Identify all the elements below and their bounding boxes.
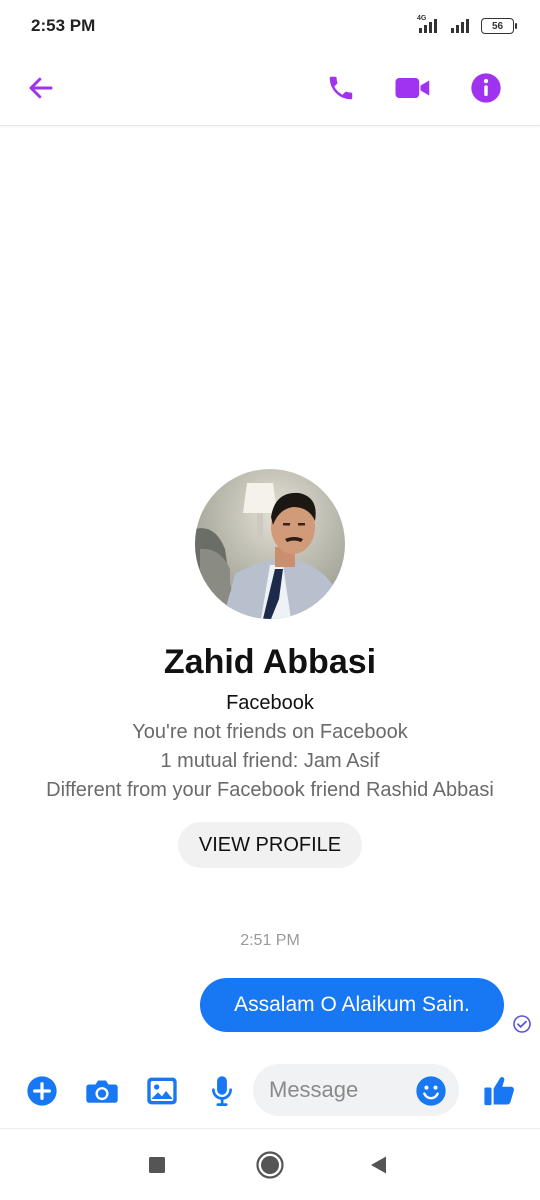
sent-check-icon <box>512 1014 532 1034</box>
friend-status-text: You're not friends on Facebook <box>132 721 408 743</box>
signal-icon <box>449 18 473 34</box>
camera-icon <box>86 1080 118 1103</box>
avatar[interactable] <box>195 469 345 619</box>
system-back-button[interactable] <box>361 1147 397 1183</box>
signal-4g-icon: 4G <box>417 15 441 34</box>
different-from-text: Different from your Facebook friend Rash… <box>46 779 494 801</box>
outgoing-message-bubble[interactable]: Assalam O Alaikum Sain. <box>200 978 504 1032</box>
profile-name: Zahid Abbasi <box>163 643 377 681</box>
home-button[interactable] <box>252 1147 288 1183</box>
video-camera-icon <box>395 78 430 98</box>
phone-icon <box>329 76 353 100</box>
profile-source: Facebook <box>226 692 314 714</box>
status-bar: 2:53 PM 4G 56 <box>0 0 540 52</box>
info-button[interactable] <box>462 64 510 112</box>
battery-level: 56 <box>491 20 504 32</box>
message-composer <box>0 1058 540 1124</box>
mutual-friends-text: 1 mutual friend: Jam Asif <box>160 750 380 772</box>
like-button[interactable] <box>478 1069 522 1113</box>
camera-button[interactable] <box>80 1069 124 1113</box>
plus-icon <box>27 1076 57 1106</box>
message-input[interactable] <box>269 1064 409 1116</box>
network-label: 4G <box>417 15 427 22</box>
status-time: 2:53 PM <box>31 16 96 35</box>
gallery-icon <box>147 1077 177 1105</box>
battery-icon: 56 <box>481 18 517 34</box>
back-triangle-icon <box>371 1156 386 1174</box>
recents-button[interactable] <box>139 1147 175 1183</box>
chat-header <box>0 52 540 126</box>
system-navigation-bar <box>0 1128 540 1200</box>
status-indicators: 4G 56 <box>417 15 517 37</box>
emoji-icon <box>416 1076 446 1106</box>
home-circle-icon <box>256 1151 284 1179</box>
video-call-button[interactable] <box>389 64 437 112</box>
more-actions-button[interactable] <box>20 1069 64 1113</box>
thumbs-up-icon <box>484 1076 515 1106</box>
voice-call-button[interactable] <box>317 64 365 112</box>
message-box <box>253 1064 459 1116</box>
info-icon <box>471 73 501 103</box>
voice-message-button[interactable] <box>200 1069 244 1113</box>
emoji-button[interactable] <box>413 1073 449 1109</box>
message-timestamp: 2:51 PM <box>240 932 300 949</box>
back-button[interactable] <box>17 64 65 112</box>
microphone-icon <box>212 1076 232 1107</box>
recents-square-icon <box>149 1157 165 1173</box>
view-profile-button[interactable]: VIEW PROFILE <box>178 822 362 868</box>
gallery-button[interactable] <box>140 1069 184 1113</box>
arrow-left-icon <box>29 77 53 99</box>
